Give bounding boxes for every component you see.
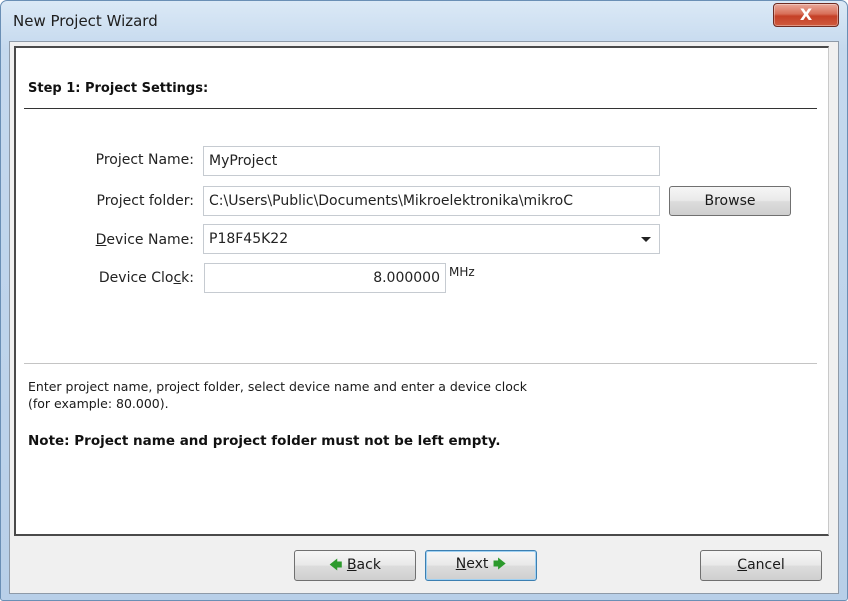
- device-clock-input[interactable]: 8.000000: [204, 263, 446, 293]
- device-clock-label: Device Clock:: [98, 270, 194, 286]
- note-text: Note: Project name and project folder mu…: [28, 433, 501, 449]
- close-button[interactable]: X: [773, 3, 839, 27]
- browse-button[interactable]: Browse: [669, 186, 791, 216]
- arrow-right-icon: 🡆: [492, 557, 507, 572]
- arrow-left-icon: 🡄: [329, 558, 343, 573]
- project-folder-input[interactable]: C:\Users\Public\Documents\Mikroelektroni…: [203, 186, 660, 216]
- device-clock-unit: MHz: [449, 265, 475, 279]
- project-name-label: Project Name:: [95, 152, 194, 168]
- window-title: New Project Wizard: [13, 12, 158, 30]
- device-name-label: Device Name:: [95, 232, 194, 248]
- close-icon: X: [799, 5, 813, 24]
- settings-panel: Step 1: Project Settings: Project Name: …: [14, 46, 829, 536]
- hint-divider: [24, 363, 817, 364]
- title-bar: New Project Wizard X: [1, 1, 847, 41]
- project-folder-label: Project folder:: [96, 193, 194, 209]
- step-title: Step 1: Project Settings:: [28, 81, 209, 96]
- wizard-window: New Project Wizard X Step 1: Project Set…: [0, 0, 848, 601]
- browse-button-label: Browse: [704, 193, 756, 209]
- cancel-button[interactable]: Cancel: [700, 550, 822, 581]
- device-name-value: P18F45K22: [209, 231, 289, 247]
- header-divider: [24, 108, 817, 109]
- chevron-down-icon[interactable]: [641, 237, 651, 242]
- hint-text: Enter project name, project folder, sele…: [28, 379, 528, 411]
- next-button[interactable]: Next 🡆: [425, 550, 537, 581]
- back-button[interactable]: 🡄 Back: [294, 550, 416, 581]
- device-name-select[interactable]: P18F45K22: [203, 224, 660, 254]
- project-name-input[interactable]: MyProject: [203, 146, 660, 176]
